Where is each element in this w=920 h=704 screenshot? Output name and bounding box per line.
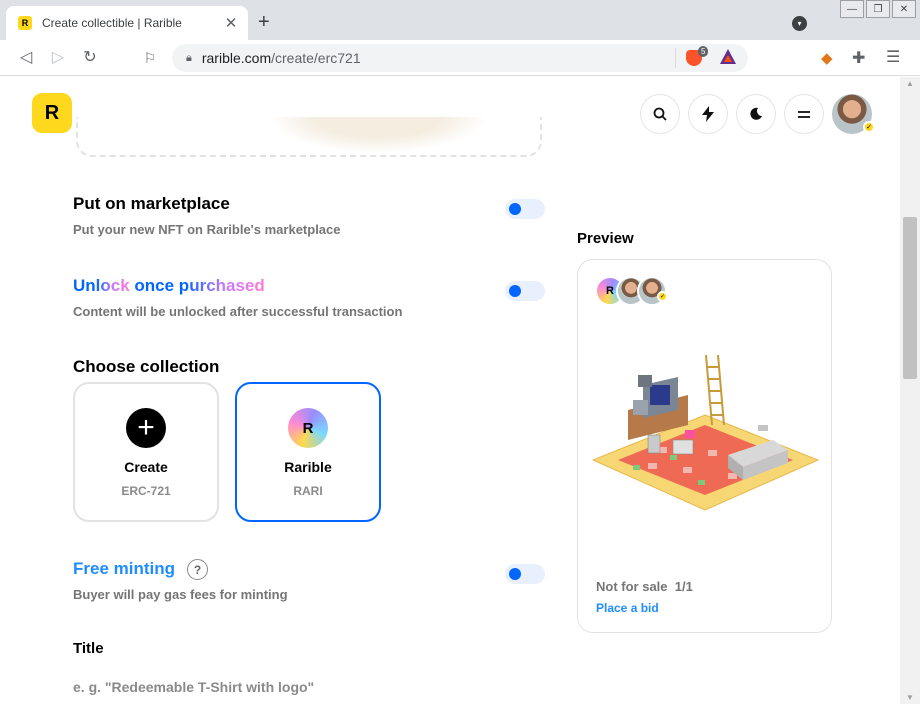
rarible-favicon-icon: R xyxy=(18,16,32,30)
free-minting-toggle[interactable] xyxy=(505,564,545,584)
preview-card[interactable]: R ✓ Not for sale 1/1 Place a bid xyxy=(577,259,832,633)
browser-toolbar: ◁ ▷ ↻ ⚐ 🔒︎ rarible.com/create/erc721 5 ◆… xyxy=(0,40,920,76)
marketplace-subtitle: Put your new NFT on Rarible's marketplac… xyxy=(73,222,341,237)
toggle-knob xyxy=(509,568,521,580)
place-bid-link[interactable]: Place a bid xyxy=(596,601,659,615)
rarible-collection-icon: R xyxy=(288,408,328,448)
collection-ticker: RARI xyxy=(293,484,323,498)
collection-name: Rarible xyxy=(284,459,332,475)
lightning-icon xyxy=(702,106,714,122)
preview-label: Preview xyxy=(577,230,634,247)
unlock-subtitle: Content will be unlocked after successfu… xyxy=(73,304,403,319)
lock-icon: 🔒︎ xyxy=(186,51,192,64)
title-input[interactable] xyxy=(73,677,543,697)
browser-tab[interactable]: R Create collectible | Rarible ✕ xyxy=(6,6,248,40)
collection-option-create[interactable]: + Create ERC-721 xyxy=(73,382,219,522)
metamask-fox-icon[interactable]: ◆ xyxy=(821,49,833,67)
brave-rewards-icon[interactable] xyxy=(720,49,736,64)
edition-count: 1/1 xyxy=(674,579,693,594)
collection-standard: ERC-721 xyxy=(121,484,171,498)
new-tab-icon[interactable]: + xyxy=(258,12,270,32)
uploaded-image-preview xyxy=(268,117,488,153)
toggle-knob xyxy=(509,285,521,297)
collection-title: Choose collection xyxy=(73,357,220,376)
sale-status: Not for sale 1/1 xyxy=(596,579,693,594)
address-bar[interactable]: 🔒︎ rarible.com/create/erc721 xyxy=(172,44,748,72)
collection-name: Create xyxy=(124,459,168,475)
unlock-toggle[interactable] xyxy=(505,281,545,301)
window-controls: — ❐ ✕ xyxy=(840,0,916,18)
verified-badge-icon: ✓ xyxy=(657,291,668,302)
search-icon xyxy=(653,107,667,121)
url-text: rarible.com/create/erc721 xyxy=(201,50,361,66)
unlock-title: Unlock once purchased xyxy=(73,276,265,295)
page-content: R ✓ Put on marketplace Put your new NFT … xyxy=(0,77,900,704)
upload-dropzone[interactable] xyxy=(76,117,542,157)
restore-icon[interactable]: ❐ xyxy=(866,0,890,18)
bookmark-icon[interactable]: ⚐ xyxy=(140,48,160,68)
close-window-icon[interactable]: ✕ xyxy=(892,0,916,18)
collection-option-rarible[interactable]: R Rarible RARI xyxy=(235,382,381,522)
free-minting-title: Free minting xyxy=(73,559,176,578)
scrollbar-thumb[interactable] xyxy=(903,217,917,379)
marketplace-toggle[interactable] xyxy=(505,199,545,219)
search-button[interactable] xyxy=(640,94,680,134)
hamburger-icon xyxy=(798,111,810,118)
reload-icon[interactable]: ↻ xyxy=(80,48,100,68)
browser-menu-icon[interactable]: ☰ xyxy=(886,47,900,67)
toggle-knob xyxy=(509,203,521,215)
tab-title: Create collectible | Rarible xyxy=(42,16,182,30)
title-label: Title xyxy=(73,640,104,657)
toolbar-divider xyxy=(675,48,676,68)
browser-tab-bar: R Create collectible | Rarible ✕ + ▾ — ❐… xyxy=(0,0,920,40)
extensions-puzzle-icon[interactable]: ✚ xyxy=(852,48,865,68)
help-icon[interactable]: ? xyxy=(187,559,208,580)
rarible-logo[interactable]: R xyxy=(32,93,72,133)
tab-close-icon[interactable]: ✕ xyxy=(222,14,240,32)
back-icon[interactable]: ◁ xyxy=(16,48,36,68)
minimize-icon[interactable]: — xyxy=(840,0,864,18)
moon-icon xyxy=(750,107,762,120)
scroll-down-arrow-icon[interactable]: ▼ xyxy=(906,693,914,702)
nft-artwork-image xyxy=(591,355,820,511)
forward-icon[interactable]: ▷ xyxy=(48,48,68,68)
marketplace-title: Put on marketplace xyxy=(73,194,230,213)
plus-icon: + xyxy=(126,408,166,448)
activity-button[interactable] xyxy=(688,94,728,134)
menu-button[interactable] xyxy=(784,94,824,134)
page-scrollbar[interactable]: ▲ ▼ xyxy=(900,77,920,704)
free-minting-subtitle: Buyer will pay gas fees for minting xyxy=(73,587,288,602)
theme-toggle-button[interactable] xyxy=(736,94,776,134)
scroll-up-arrow-icon[interactable]: ▲ xyxy=(906,79,914,88)
verified-badge-icon: ✓ xyxy=(863,121,875,133)
tab-search-icon[interactable]: ▾ xyxy=(792,16,807,31)
